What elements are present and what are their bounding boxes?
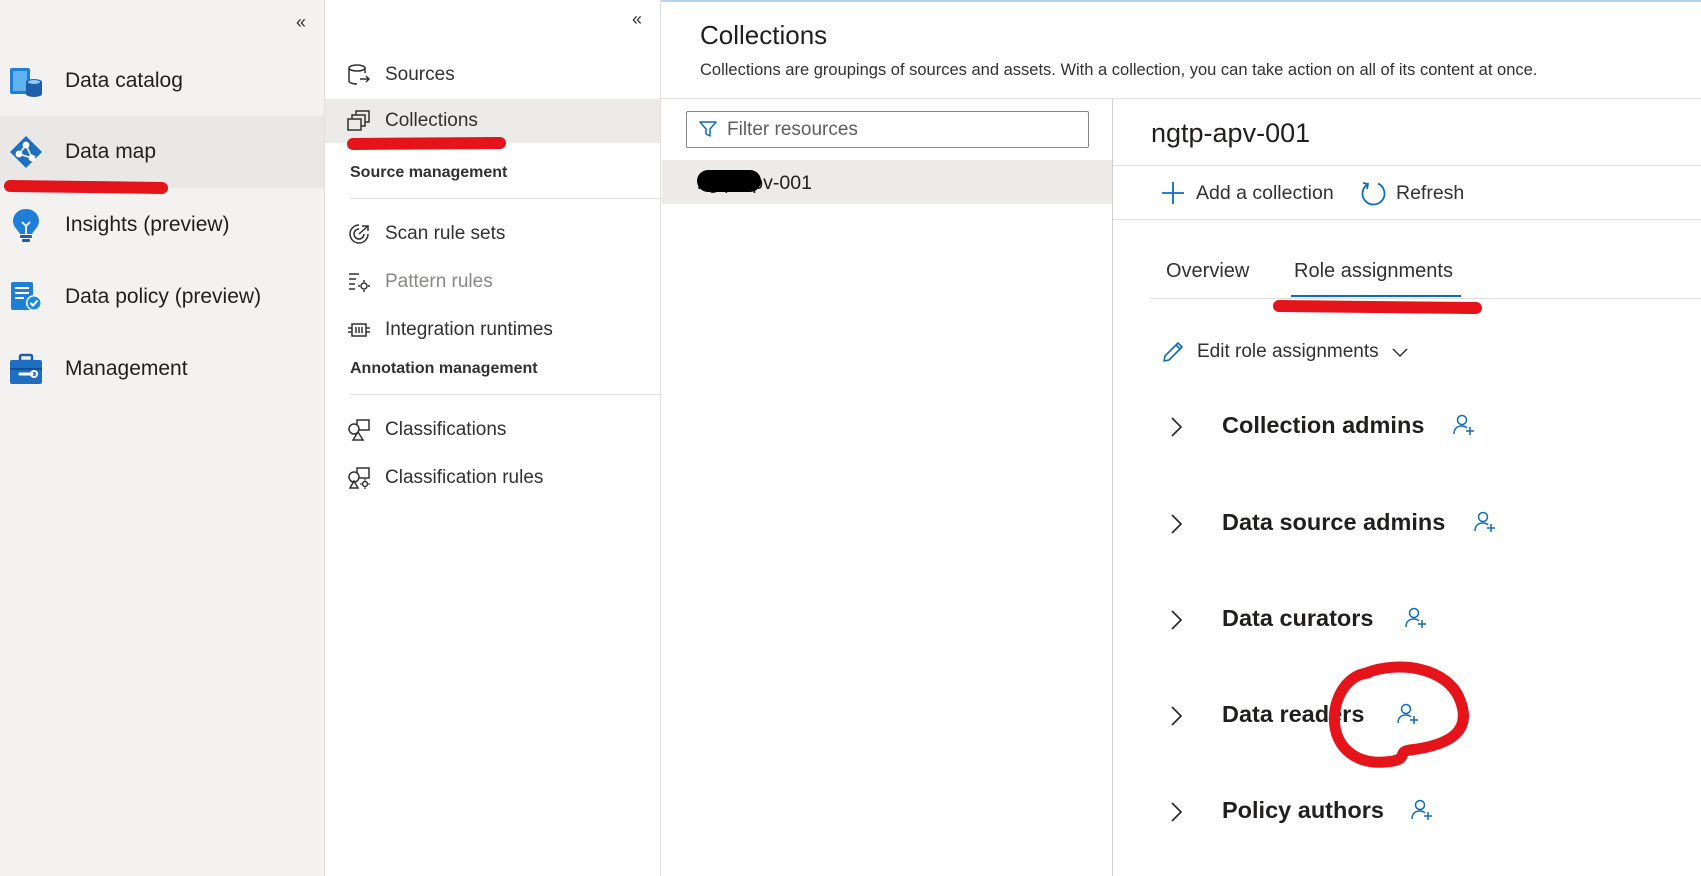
collections-icon bbox=[347, 110, 370, 131]
collection-tree-item[interactable]: ngtp-apv-001 bbox=[662, 160, 1112, 204]
nav-item-data-catalog[interactable]: Data catalog bbox=[0, 45, 324, 117]
nav-label: Data policy (preview) bbox=[65, 285, 262, 308]
chevron-right-icon[interactable] bbox=[1168, 801, 1184, 823]
add-collection-button[interactable]: Add a collection bbox=[1160, 178, 1334, 208]
scan-rule-sets-icon bbox=[349, 224, 369, 244]
data-map-icon bbox=[10, 136, 42, 168]
plus-icon bbox=[1162, 182, 1184, 204]
page-description: Collections are groupings of sources and… bbox=[700, 61, 1538, 79]
insights-bulb-icon bbox=[13, 209, 39, 242]
filter-resources-box[interactable] bbox=[686, 111, 1089, 148]
subnav-item-classification-rules[interactable]: Classification rules bbox=[325, 456, 660, 500]
subnav-item-collections[interactable]: Collections bbox=[325, 99, 660, 143]
chevron-right-icon[interactable] bbox=[1168, 513, 1184, 535]
role-label: Collection admins bbox=[1222, 412, 1425, 438]
add-person-icon[interactable] bbox=[1404, 606, 1428, 630]
role-label: Data source admins bbox=[1222, 509, 1446, 535]
subnav-item-sources[interactable]: Sources bbox=[325, 53, 660, 97]
chevron-right-icon[interactable] bbox=[1168, 705, 1184, 727]
tab-overview[interactable]: Overview bbox=[1166, 260, 1249, 283]
add-person-icon[interactable] bbox=[1473, 510, 1497, 534]
nav-item-management[interactable]: Management bbox=[0, 333, 324, 405]
tab-role-assignments[interactable]: Role assignments bbox=[1294, 260, 1453, 283]
nav-label: Data map bbox=[65, 140, 157, 163]
nav-label: Data catalog bbox=[65, 69, 183, 92]
role-group-data-readers: Data readers bbox=[1160, 695, 1680, 735]
edit-role-assignments-label: Edit role assignments bbox=[1197, 341, 1379, 362]
subnav-label: Sources bbox=[385, 64, 455, 85]
role-group-collection-admins: Collection admins bbox=[1160, 406, 1680, 446]
chevron-right-icon[interactable] bbox=[1168, 416, 1184, 438]
nav-item-data-policy[interactable]: Data policy (preview) bbox=[0, 261, 324, 333]
add-collection-label: Add a collection bbox=[1196, 181, 1334, 204]
collection-title: ngtp-apv-001 bbox=[1151, 118, 1311, 148]
underline-role-assignments bbox=[1273, 300, 1482, 314]
nav-label: Insights (preview) bbox=[65, 213, 230, 236]
divider bbox=[1150, 298, 1701, 299]
divider bbox=[350, 198, 662, 199]
subnav-label: Collections bbox=[385, 110, 478, 131]
add-person-icon[interactable] bbox=[1410, 798, 1434, 822]
active-tab-indicator bbox=[1291, 295, 1461, 297]
sources-icon bbox=[348, 64, 371, 85]
data-catalog-icon bbox=[10, 68, 42, 97]
page-title: Collections bbox=[700, 20, 828, 50]
divider bbox=[661, 98, 1701, 99]
subnav-label: Pattern rules bbox=[385, 271, 493, 292]
left-navigation: « Data catalog Data map Insights (previe… bbox=[0, 0, 325, 876]
filter-resources-input[interactable] bbox=[727, 112, 1077, 147]
pattern-rules-icon bbox=[349, 273, 370, 292]
subnav-label: Classification rules bbox=[385, 467, 544, 488]
refresh-icon bbox=[1361, 182, 1386, 206]
data-policy-icon bbox=[11, 282, 42, 311]
divider bbox=[1113, 165, 1701, 166]
subnav-item-integration-runtimes[interactable]: Integration runtimes bbox=[325, 308, 660, 352]
add-person-icon[interactable] bbox=[1396, 702, 1420, 726]
data-map-subnav: « Sources Collections Source management … bbox=[325, 0, 662, 876]
nav-item-data-map[interactable]: Data map bbox=[0, 116, 324, 188]
collapse-nav-button[interactable]: « bbox=[296, 12, 306, 33]
chevron-down-icon bbox=[1392, 348, 1408, 358]
integration-runtimes-icon bbox=[348, 323, 370, 337]
filter-icon bbox=[699, 121, 717, 137]
role-group-policy-authors: Policy authors bbox=[1160, 791, 1680, 831]
role-label: Policy authors bbox=[1222, 797, 1384, 823]
pencil-icon bbox=[1163, 342, 1183, 362]
subnav-item-pattern-rules[interactable]: Pattern rules bbox=[325, 260, 660, 304]
subnav-label: Scan rule sets bbox=[385, 223, 506, 244]
add-person-icon[interactable] bbox=[1452, 413, 1476, 437]
subnav-item-classifications[interactable]: Classifications bbox=[325, 408, 660, 452]
section-header-annotation-management: Annotation management bbox=[350, 360, 538, 377]
edit-role-assignments-button[interactable]: Edit role assignments bbox=[1161, 337, 1409, 367]
role-group-data-source-admins: Data source admins bbox=[1160, 503, 1680, 543]
collapse-subnav-button[interactable]: « bbox=[632, 9, 642, 30]
nav-item-insights[interactable]: Insights (preview) bbox=[0, 189, 324, 261]
role-group-data-curators: Data curators bbox=[1160, 599, 1680, 639]
subnav-label: Classifications bbox=[385, 419, 507, 440]
divider bbox=[1113, 219, 1701, 220]
refresh-button[interactable]: Refresh bbox=[1360, 178, 1464, 208]
classifications-icon bbox=[348, 419, 370, 441]
chevron-right-icon[interactable] bbox=[1168, 609, 1184, 631]
redaction-mark bbox=[697, 170, 761, 192]
section-header-source-management: Source management bbox=[350, 164, 508, 181]
panel-divider bbox=[1112, 99, 1113, 876]
role-label: Data readers bbox=[1222, 701, 1365, 727]
classification-rules-icon bbox=[348, 467, 370, 489]
toolbox-icon bbox=[10, 353, 42, 384]
subnav-item-scan-rule-sets[interactable]: Scan rule sets bbox=[325, 212, 660, 256]
divider bbox=[350, 394, 662, 395]
subnav-label: Integration runtimes bbox=[385, 319, 553, 340]
role-label: Data curators bbox=[1222, 605, 1374, 631]
refresh-label: Refresh bbox=[1396, 181, 1465, 204]
nav-label: Management bbox=[65, 357, 188, 380]
